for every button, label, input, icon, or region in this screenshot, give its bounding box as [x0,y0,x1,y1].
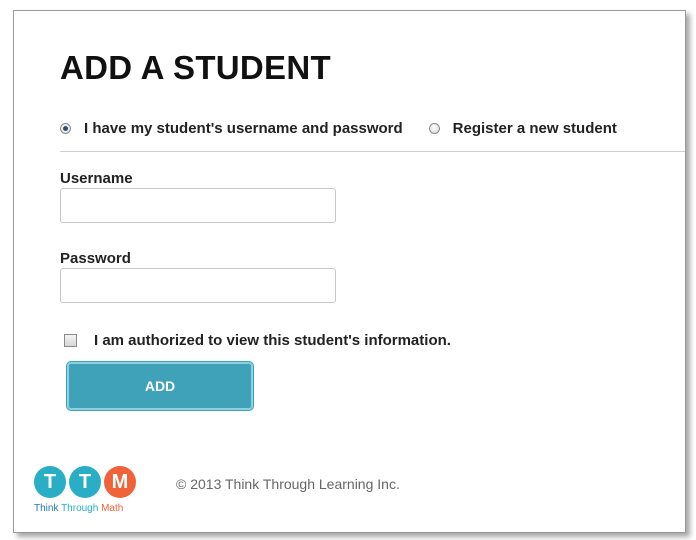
radio-existing-student[interactable] [60,122,71,134]
authorize-label[interactable]: I am authorized to view this student's i… [94,332,451,349]
divider [60,151,685,152]
authorize-checkbox[interactable] [64,333,77,347]
ttm-logo: T T M Think Through Math [34,466,146,516]
logo-wordmark: Think Through Math [34,503,123,514]
logo-word-think: Think [34,503,59,514]
radio-register-new-student-label[interactable]: Register a new student [453,120,617,137]
username-input[interactable] [60,188,336,223]
radio-existing-student-label[interactable]: I have my student's username and passwor… [84,120,403,137]
logo-word-through: Through [61,503,99,514]
radio-register-new-student[interactable] [428,122,440,134]
mode-radio-group: I have my student's username and passwor… [60,118,617,138]
username-label: Username [60,170,133,187]
add-student-panel: ADD A STUDENT I have my student's userna… [13,10,686,533]
page-title: ADD A STUDENT [60,49,331,86]
password-input[interactable] [60,268,336,303]
add-button[interactable]: ADD [67,362,253,410]
logo-circle-t1: T [34,466,66,498]
password-label: Password [60,250,131,267]
logo-circle-t2: T [69,466,101,498]
authorize-row: I am authorized to view this student's i… [64,330,451,350]
logo-word-math: Math [101,503,124,514]
logo-circle-m: M [104,466,136,498]
logo-circles: T T M [34,466,139,498]
copyright-text: © 2013 Think Through Learning Inc. [176,476,400,492]
